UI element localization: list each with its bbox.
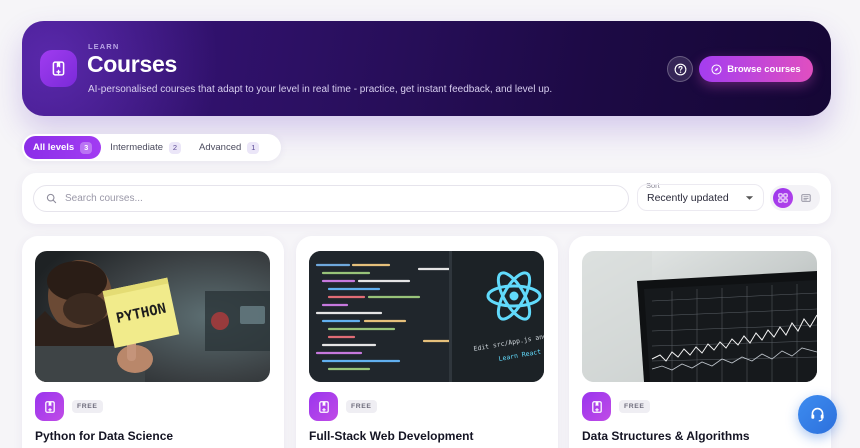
view-toggle [770,185,820,211]
courses-hero-banner: LEARN Courses AI-personalised courses th… [22,21,831,116]
tab-intermediate[interactable]: Intermediate 2 [101,136,190,159]
hero-eyebrow: LEARN [88,42,120,51]
course-thumbnail[interactable]: Edit src/App.js and save to Learn React [309,251,544,382]
list-view-button[interactable] [796,188,816,208]
course-card[interactable]: Edit src/App.js and save to Learn React … [296,236,558,448]
course-title[interactable]: Full-Stack Web Development [309,429,473,443]
hero-subtitle: AI-personalised courses that adapt to yo… [88,84,553,95]
page-title: Courses [87,51,177,77]
search-icon [46,193,57,204]
course-book-icon [35,392,64,421]
list-icon [801,194,811,202]
tab-count: 2 [169,141,182,154]
sort-select[interactable]: Recently updated [637,184,764,211]
browse-courses-button[interactable]: Browse courses [699,56,813,82]
search-input[interactable] [65,193,605,204]
price-badge: FREE [619,400,650,413]
browse-courses-label: Browse courses [727,63,801,75]
tab-count: 1 [247,141,260,154]
tab-count: 3 [80,141,93,154]
chevron-down-icon [745,195,754,200]
course-title[interactable]: Python for Data Science [35,429,173,443]
course-thumbnail[interactable]: PYTHON [35,251,270,382]
level-filter-tabs: All levels 3 Intermediate 2 Advanced 1 [22,134,281,161]
price-badge: FREE [72,400,103,413]
grid-view-button[interactable] [773,188,793,208]
course-book-icon [309,392,338,421]
compass-icon [711,63,722,75]
course-book-icon [582,392,611,421]
tab-label: Intermediate [110,142,164,153]
tab-advanced[interactable]: Advanced 1 [190,136,268,159]
course-card[interactable]: PYTHON FREE Python for Data Science [22,236,284,448]
question-icon [674,63,686,75]
tab-all-levels[interactable]: All levels 3 [24,136,102,159]
book-icon [40,50,77,87]
price-badge: FREE [346,400,377,413]
course-title[interactable]: Data Structures & Algorithms [582,429,750,443]
tab-label: Advanced [199,142,242,153]
grid-icon [778,193,788,203]
sort-selected-value: Recently updated [647,191,729,204]
search-sort-toolbar: Sort Recently updated [22,173,831,224]
support-chat-button[interactable] [798,395,837,434]
tab-label: All levels [33,142,75,153]
search-box[interactable] [33,185,629,212]
course-card[interactable]: FREE Data Structures & Algorithms [569,236,831,448]
headset-icon [811,407,824,422]
course-thumbnail[interactable] [582,251,817,382]
help-button[interactable] [667,56,693,82]
